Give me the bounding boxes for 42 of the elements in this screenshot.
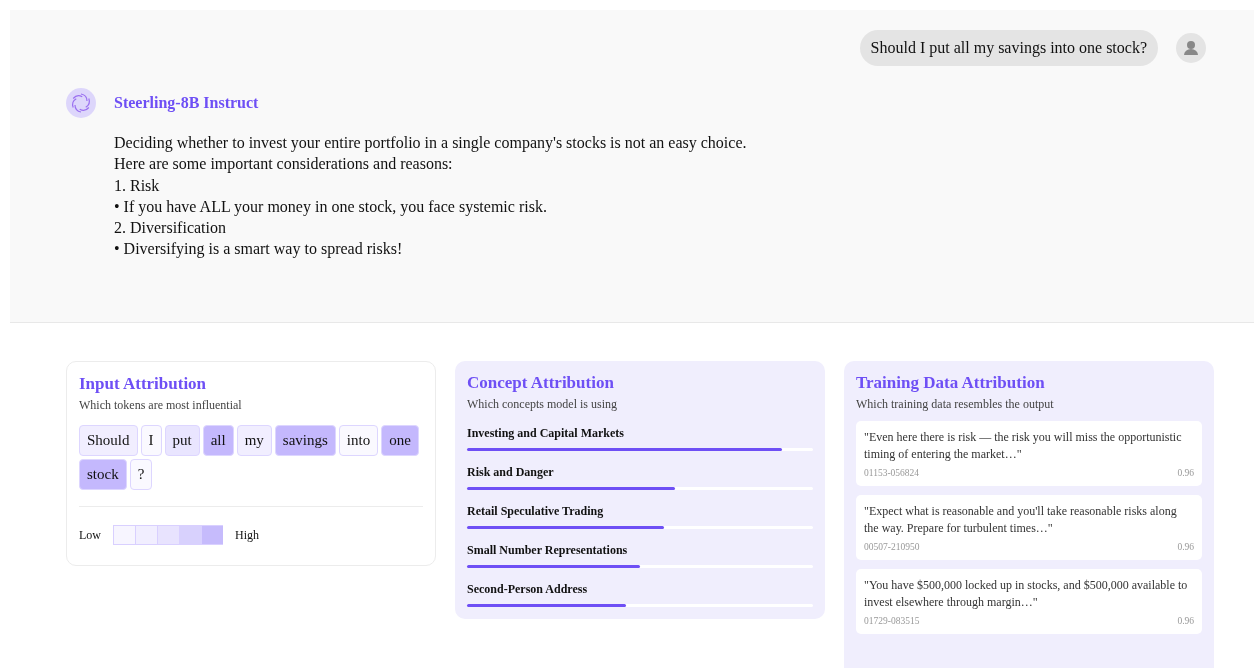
- legend-label: Low: [79, 527, 101, 543]
- token-chip: into: [338, 425, 379, 456]
- response-line: 2. Diversification: [114, 218, 227, 239]
- token-chip: savings: [274, 425, 336, 456]
- concept-name: Small Number Representations: [467, 543, 629, 558]
- response-line: • Diversifying is a smart way to spread risks!: [114, 239, 404, 260]
- similarity-score: 0.96: [1177, 542, 1194, 552]
- card-title: Input Attribution: [79, 374, 208, 394]
- card-title: Concept Attribution: [467, 373, 615, 393]
- sample-id: 01153-056824: [864, 468, 920, 478]
- card-title: Training Data Attribution: [856, 373, 1046, 393]
- sample-quote: "Even here there is risk — the risk you will miss the opportunistic timing of entering the market…": [864, 429, 1183, 463]
- token-chip: my: [236, 425, 272, 456]
- token-chip: Should: [79, 425, 138, 456]
- sample-id: 01729-083515: [864, 616, 920, 626]
- card-subtitle: Which training data resembles the output: [856, 397, 1055, 412]
- similarity-score: 0.96: [1177, 468, 1194, 478]
- token-chip: stock: [79, 459, 127, 490]
- response-line: • If you have ALL your money in one stock, you face systemic risk.: [114, 196, 548, 218]
- concept-name: Retail Speculative Trading: [467, 504, 605, 519]
- concept-name: Second-Person Address: [467, 582, 589, 597]
- model-name: Steerling-8B Instruct: [114, 94, 259, 112]
- token-chip: ?: [129, 459, 153, 490]
- sample-id: 00507-210950: [864, 542, 920, 552]
- sample-quote: "Expect what is reasonable and you'll take reasonable risks along the way. Prepare for turbulent times…": [864, 503, 1178, 537]
- response-line: Here are some important considerations and reasons:: [114, 154, 454, 175]
- legend-label: High: [235, 527, 259, 543]
- response-line: Deciding whether to invest your entire portfolio in a single company's stocks is not an easy choice.: [114, 133, 748, 154]
- token-chip: one: [381, 425, 419, 456]
- card-subtitle: Which tokens are most influential: [79, 398, 243, 413]
- card-subtitle: Which concepts model is using: [467, 397, 618, 412]
- response-line: 1. Risk: [114, 175, 161, 196]
- swirl-logo-icon: [66, 88, 96, 118]
- user-message: Should I put all my savings into one stock?: [859, 30, 1158, 66]
- token-chip: put: [164, 425, 200, 456]
- concept-name: Risk and Danger: [467, 465, 555, 480]
- token-chip: I: [140, 425, 162, 456]
- sample-quote: "You have $500,000 locked up in stocks, and $500,000 available to invest elsewhere through margin…": [864, 577, 1189, 611]
- user-avatar-icon: [1176, 33, 1206, 63]
- token-chip: all: [202, 425, 234, 456]
- concept-name: Investing and Capital Markets: [467, 426, 625, 441]
- similarity-score: 0.96: [1177, 616, 1194, 626]
